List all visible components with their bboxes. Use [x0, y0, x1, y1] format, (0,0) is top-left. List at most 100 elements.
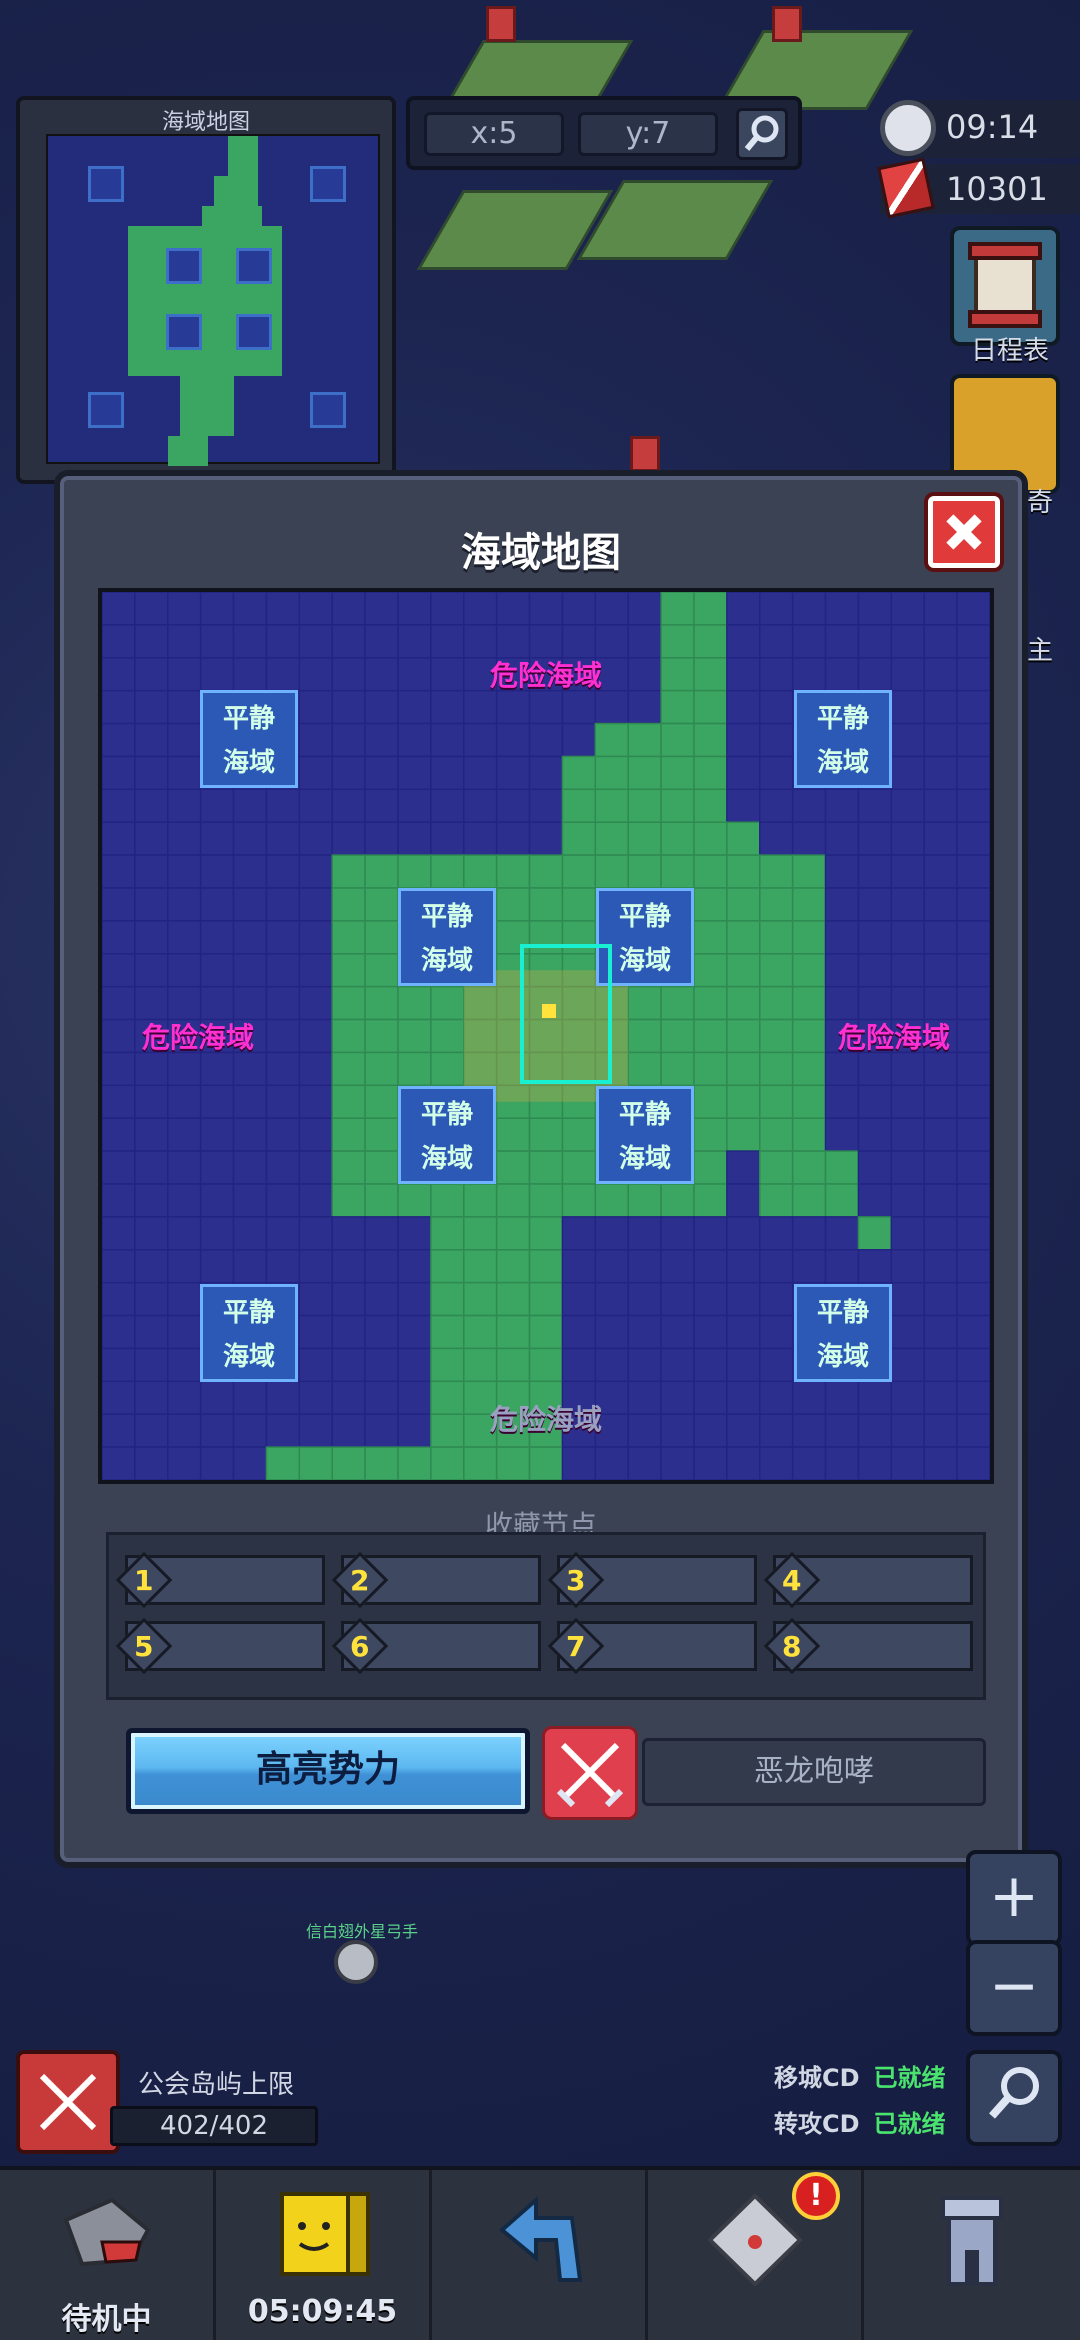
calm-zone-label: 平静: [618, 1100, 671, 1130]
calm-zone-center-sw[interactable]: 平静 海域: [398, 1086, 496, 1184]
danger-zone-label-right: 危险海域: [838, 1021, 951, 1054]
player-ship-icon[interactable]: [334, 1940, 378, 1984]
x-coordinate-field[interactable]: x:5: [424, 112, 564, 156]
calm-zone-label: 平静: [618, 902, 671, 932]
calm-zone-label: 平静: [222, 1298, 275, 1328]
favorite-slot-1[interactable]: 1: [115, 1551, 325, 1609]
zoom-out-button[interactable]: −: [966, 1940, 1062, 2036]
guild-island-limit: 公会岛屿上限 402/402: [16, 2050, 320, 2154]
minimap-cell: [202, 206, 262, 226]
slot-number: 2: [350, 1564, 370, 1597]
calm-zone-label: 海域: [222, 748, 275, 778]
minimap-cell: [236, 314, 272, 350]
magnifier-icon: [989, 2067, 1039, 2119]
attack-cooldown: 转攻CD 已就绪: [774, 2104, 946, 2139]
ticket-icon: [877, 157, 935, 219]
favorites-panel: 1 2 3 4 5 6 7 8: [106, 1532, 986, 1700]
minimap-cell: [228, 136, 258, 176]
slot-number: 7: [566, 1630, 586, 1663]
clock-icon: [880, 100, 936, 156]
calm-zone-label: 海域: [420, 1144, 473, 1174]
favorite-slot-5[interactable]: 5: [115, 1617, 325, 1675]
search-button[interactable]: [966, 2050, 1062, 2146]
calm-zone-bottom-left[interactable]: 平静 海域: [200, 1284, 298, 1382]
box-face-icon: [279, 2192, 370, 2276]
server-clock: 09:14: [880, 100, 1080, 158]
slot-number: 3: [566, 1564, 586, 1597]
calm-zone-label: 平静: [420, 902, 473, 932]
tab-tower[interactable]: [864, 2170, 1080, 2340]
sea-map[interactable]: 危险海域 危险海域 危险海域 危险海域 平静 海域 平静 海域 平静 海域 平静 海域 …: [98, 588, 994, 1484]
slot-number: 5: [134, 1630, 154, 1663]
y-coordinate-field[interactable]: y:7: [578, 112, 718, 156]
guild-limit-value: 402/402: [110, 2106, 318, 2146]
calm-zone-label: 海域: [816, 748, 869, 778]
cooldown-status: 已就绪: [873, 2064, 946, 2092]
favorite-slot-7[interactable]: 7: [547, 1617, 757, 1675]
tab-timer[interactable]: 05:09:45: [216, 2170, 432, 2340]
minimap-cell: [310, 392, 346, 428]
minimap-cell: [166, 248, 202, 284]
magnifier-icon: [744, 115, 779, 151]
sea-map-dialog: 海域地图 危险海域 危险海域 危险海域 危险海域 平静 海域 平静 海域 平静 海域 …: [54, 470, 1028, 1868]
guild-limit-label: 公会岛屿上限: [138, 2070, 295, 2100]
calm-zone-center-nw[interactable]: 平静 海域: [398, 888, 496, 986]
tab-mail[interactable]: !: [648, 2170, 864, 2340]
calm-zone-center-se[interactable]: 平静 海域: [596, 1086, 694, 1184]
calm-zone-label: 平静: [816, 704, 869, 734]
favorite-slot-8[interactable]: 8: [763, 1617, 973, 1675]
calm-zone-label: 平静: [816, 1298, 869, 1328]
cooldown-label: 转攻CD: [774, 2110, 860, 2138]
tab-idle-label: 待机中: [61, 2302, 152, 2337]
calm-zone-top-right[interactable]: 平静 海域: [794, 690, 892, 788]
enemy-flag-icon: [486, 6, 516, 42]
cooldown-label: 移城CD: [774, 2064, 860, 2092]
minimap-cell: [180, 376, 234, 436]
calm-zone-label: 平静: [222, 704, 275, 734]
game-screen: 海域地图 x:5 y:7 09:14 10301 日程表 奇 主 海域地图 危险…: [0, 0, 1080, 2340]
close-button[interactable]: [928, 496, 1000, 568]
minimap-title: 海域地图: [161, 110, 250, 135]
minimap-cell: [236, 248, 272, 284]
schedule-button[interactable]: [950, 226, 1060, 346]
favorite-slot-3[interactable]: 3: [547, 1551, 757, 1609]
crossed-swords-icon: [556, 1742, 624, 1808]
calm-zone-label: 海域: [816, 1342, 869, 1372]
danger-zone-label-bottom: 危险海域: [490, 1403, 603, 1436]
map-player-label: 信白翅外星弓手: [306, 1922, 419, 1941]
crossed-swords-icon[interactable]: [542, 1726, 638, 1820]
calm-zone-top-left[interactable]: 平静 海域: [200, 690, 298, 788]
highlight-faction-button[interactable]: 高亮势力: [126, 1728, 530, 1814]
calm-zone-label: 平静: [420, 1100, 473, 1130]
dragon-roar-button[interactable]: 恶龙咆哮: [642, 1738, 986, 1806]
tab-back[interactable]: [432, 2170, 648, 2340]
scroll-icon: [968, 242, 1042, 328]
tab-idle[interactable]: 待机中: [0, 2170, 216, 2340]
favorite-slot-2[interactable]: 2: [331, 1551, 541, 1609]
slot-number: 1: [134, 1564, 154, 1597]
tower-icon: [941, 2196, 1003, 2286]
dialog-title: 海域地图: [461, 530, 621, 576]
bottom-tab-bar: 待机中 05:09:45 !: [0, 2166, 1080, 2340]
enemy-flag-icon: [772, 6, 802, 42]
slot-number: 8: [782, 1630, 802, 1663]
calm-zone-label: 海域: [618, 1144, 671, 1174]
calm-zone-label: 海域: [222, 1342, 275, 1372]
coordinate-search-button[interactable]: [736, 108, 788, 160]
minimap-cell: [166, 314, 202, 350]
favorite-slot-6[interactable]: 6: [331, 1617, 541, 1675]
currency-display: 10301: [877, 157, 1080, 219]
crossed-swords-icon: [39, 2073, 97, 2131]
zoom-in-button[interactable]: +: [966, 1850, 1062, 1946]
currency-value: 10301: [946, 170, 1048, 208]
slot-number: 6: [350, 1630, 370, 1663]
calm-zone-label: 海域: [420, 946, 473, 976]
calm-zone-bottom-right[interactable]: 平静 海域: [794, 1284, 892, 1382]
notification-badge-icon: !: [792, 2172, 840, 2220]
tab-timer-label: 05:09:45: [247, 2294, 398, 2329]
minimap[interactable]: 海域地图: [16, 96, 396, 484]
cooldown-status: 已就绪: [873, 2110, 946, 2138]
favorite-slot-4[interactable]: 4: [763, 1551, 973, 1609]
minimap-cell: [214, 176, 258, 206]
guild-crossed-swords-icon[interactable]: [16, 2050, 120, 2154]
